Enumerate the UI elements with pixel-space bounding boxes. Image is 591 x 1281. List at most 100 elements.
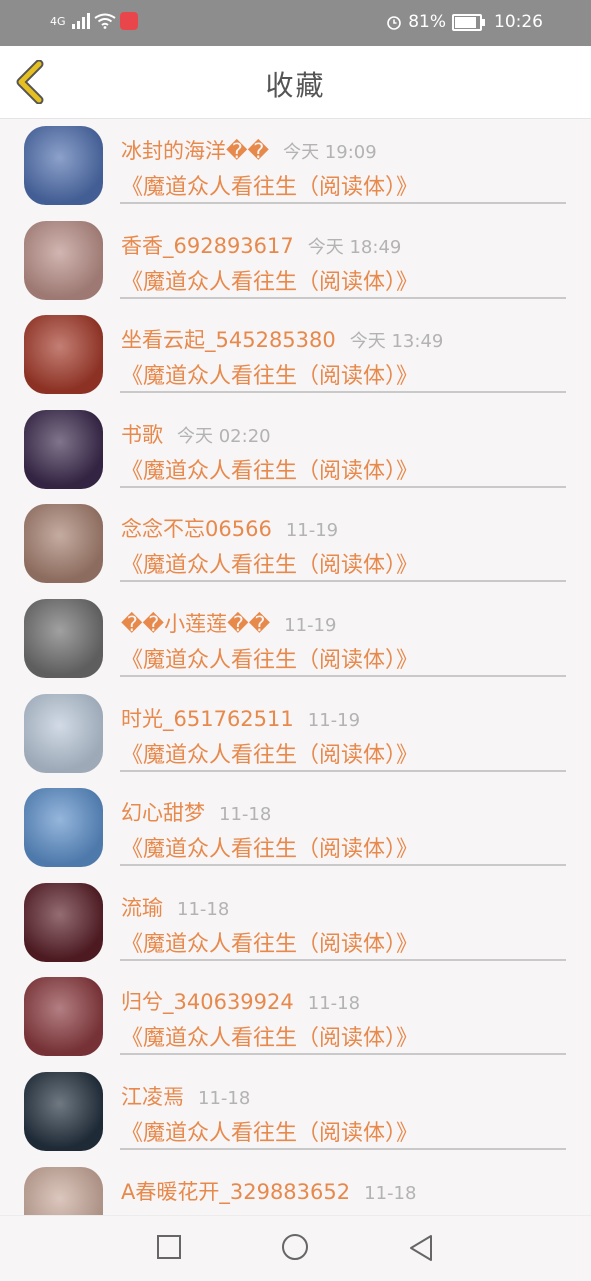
list-item[interactable]: 幻心甜梦 11-18 《魔道众人看往生（阅读体）》 (0, 781, 591, 876)
list-item[interactable]: 归兮_340639924 11-18 《魔道众人看往生（阅读体）》 (0, 970, 591, 1065)
book-title-link[interactable]: 《魔道众人看往生（阅读体）》 (121, 547, 418, 579)
avatar[interactable] (24, 882, 103, 962)
status-bar-right: 81% 10:26 (386, 12, 543, 32)
avatar[interactable] (24, 598, 103, 678)
status-bar: 4G 81% 10:26 (0, 0, 591, 46)
list-item[interactable]: 时光_651762511 11-19 《魔道众人看往生（阅读体）》 (0, 687, 591, 782)
status-bar-left: 4G (50, 12, 138, 30)
triangle-back-icon[interactable] (408, 1234, 434, 1262)
username-text: ��小莲莲�� (121, 611, 271, 636)
clock: 10:26 (494, 12, 543, 32)
avatar[interactable] (24, 220, 103, 300)
timestamp: 11-19 (285, 520, 339, 542)
network-label: 4G (50, 14, 66, 28)
username-text: A春暖花开_329883652 (121, 1179, 351, 1204)
avatar[interactable] (24, 788, 103, 868)
username: ��小莲莲�� 11-19 (121, 608, 336, 638)
book-title-link[interactable]: 《魔道众人看往生（阅读体）》 (121, 358, 418, 390)
list-item[interactable]: 江凌焉 11-18 《魔道众人看往生（阅读体）》 (0, 1065, 591, 1160)
list-item[interactable]: 冰封的海洋�� 今天 19:09 《魔道众人看往生（阅读体）》 (0, 119, 591, 214)
username: 江凌焉 11-18 (121, 1081, 250, 1111)
username: 时光_651762511 11-19 (121, 703, 360, 733)
timestamp: 11-18 (219, 804, 272, 826)
divider (120, 580, 566, 583)
divider (120, 296, 566, 299)
list-item[interactable]: ��小莲莲�� 11-19 《魔道众人看往生（阅读体）》 (0, 592, 591, 687)
timestamp: 11-19 (284, 614, 337, 636)
username: 冰封的海洋�� 今天 19:09 (121, 135, 377, 165)
username: 念念不忘06566 11-19 (121, 513, 338, 543)
battery-fill (455, 16, 477, 28)
divider (120, 1147, 566, 1150)
timestamp: 11-18 (307, 993, 361, 1015)
signal-icon (71, 13, 90, 29)
battery-icon (452, 13, 485, 31)
list-item[interactable]: A春暖花开_32988365211-18《魔道众人看往生（阅读体）》 (0, 1160, 591, 1215)
book-title-link[interactable]: 《魔道众人看往生（阅读体）》 (121, 831, 418, 863)
avatar[interactable] (24, 315, 103, 395)
wifi-icon (93, 13, 116, 29)
username: 归兮_340639924 11-18 (121, 986, 360, 1016)
book-title-link[interactable]: 《魔道众人看往生（阅读体）》 (121, 169, 418, 201)
username: 坐看云起_545285380 今天 13:49 (121, 324, 443, 354)
divider (120, 674, 566, 677)
list-item[interactable]: 书歌 今天 02:20 《魔道众人看往生（阅读体）》 (0, 403, 591, 498)
avatar[interactable] (24, 1071, 103, 1151)
username: 流瑜 11-18 (121, 892, 229, 922)
username-text: 香香_692893617 (121, 233, 294, 258)
avatar[interactable] (24, 504, 103, 584)
username-text: 归兮_340639924 (121, 990, 294, 1015)
book-title-link[interactable]: 《魔道众人看往生（阅读体）》 (121, 453, 418, 485)
circle-icon[interactable] (281, 1233, 309, 1261)
list-item[interactable]: 香香_692893617 今天 18:49 《魔道众人看往生（阅读体）》 (0, 214, 591, 309)
book-title-link[interactable]: 《魔道众人看往生（阅读体）》 (121, 926, 418, 958)
timestamp: 11-18 (364, 1182, 417, 1204)
book-title-link[interactable]: 《魔道众人看往生（阅读体）》 (121, 737, 418, 769)
header-bar: 收藏 (0, 46, 591, 119)
avatar[interactable] (24, 693, 103, 773)
favorites-list: 冰封的海洋�� 今天 19:09 《魔道众人看往生（阅读体）》 香香_69289361… (0, 119, 591, 1215)
username-text: 书歌 (121, 422, 163, 447)
username-text: 念念不忘06566 (121, 517, 272, 542)
timestamp: 11-18 (198, 1087, 251, 1109)
book-title-link[interactable]: 《魔道众人看往生（阅读体）》 (121, 1020, 418, 1052)
timestamp: 今天 13:49 (349, 331, 444, 353)
divider (120, 769, 566, 772)
battery-percent: 81% (408, 12, 446, 32)
system-nav-bar (0, 1215, 591, 1281)
avatar[interactable] (24, 409, 103, 489)
timestamp: 今天 19:09 (283, 142, 377, 163)
username-text: 江凌焉 (121, 1084, 184, 1109)
book-title-link[interactable]: 《魔道众人看往生（阅读体）》 (121, 1115, 418, 1147)
username-text: 时光_651762511 (121, 706, 294, 731)
divider (120, 202, 566, 204)
alarm-icon (387, 16, 402, 30)
username: 幻心甜梦 11-18 (121, 797, 271, 827)
square-icon[interactable] (156, 1234, 182, 1260)
list-item[interactable]: 流瑜 11-18 《魔道众人看往生（阅读体）》 (0, 876, 591, 971)
username-text: 流瑜 (121, 895, 163, 920)
timestamp: 今天 18:49 (307, 236, 402, 258)
page-title: 收藏 (265, 69, 326, 102)
timestamp: 今天 02:20 (177, 425, 271, 447)
avatar[interactable] (24, 126, 103, 205)
app-notification-icon (119, 12, 138, 30)
list-item[interactable]: 念念不忘06566 11-19 《魔道众人看往生（阅读体）》 (0, 497, 591, 592)
divider (120, 1053, 566, 1056)
timestamp: 11-18 (177, 898, 230, 920)
username-text: 幻心甜梦 (121, 801, 205, 826)
book-title-link[interactable]: 《魔道众人看往生（阅读体）》 (121, 642, 418, 674)
book-title-link[interactable]: 《魔道众人看往生（阅读体）》 (121, 264, 418, 296)
avatar[interactable] (24, 977, 103, 1057)
divider (120, 391, 566, 394)
divider (120, 864, 566, 867)
divider (120, 958, 566, 961)
username: 书歌 今天 02:20 (121, 419, 271, 449)
username: 香香_692893617 今天 18:49 (121, 230, 401, 260)
avatar[interactable] (24, 1166, 103, 1215)
divider (120, 485, 566, 488)
username: A春暖花开_329883652 11-18 (121, 1176, 416, 1206)
list-item[interactable]: 坐看云起_545285380 今天 13:49 《魔道众人看往生（阅读体）》 (0, 308, 591, 403)
username-text: 冰封的海洋�� (121, 139, 270, 163)
timestamp: 11-19 (307, 709, 361, 731)
